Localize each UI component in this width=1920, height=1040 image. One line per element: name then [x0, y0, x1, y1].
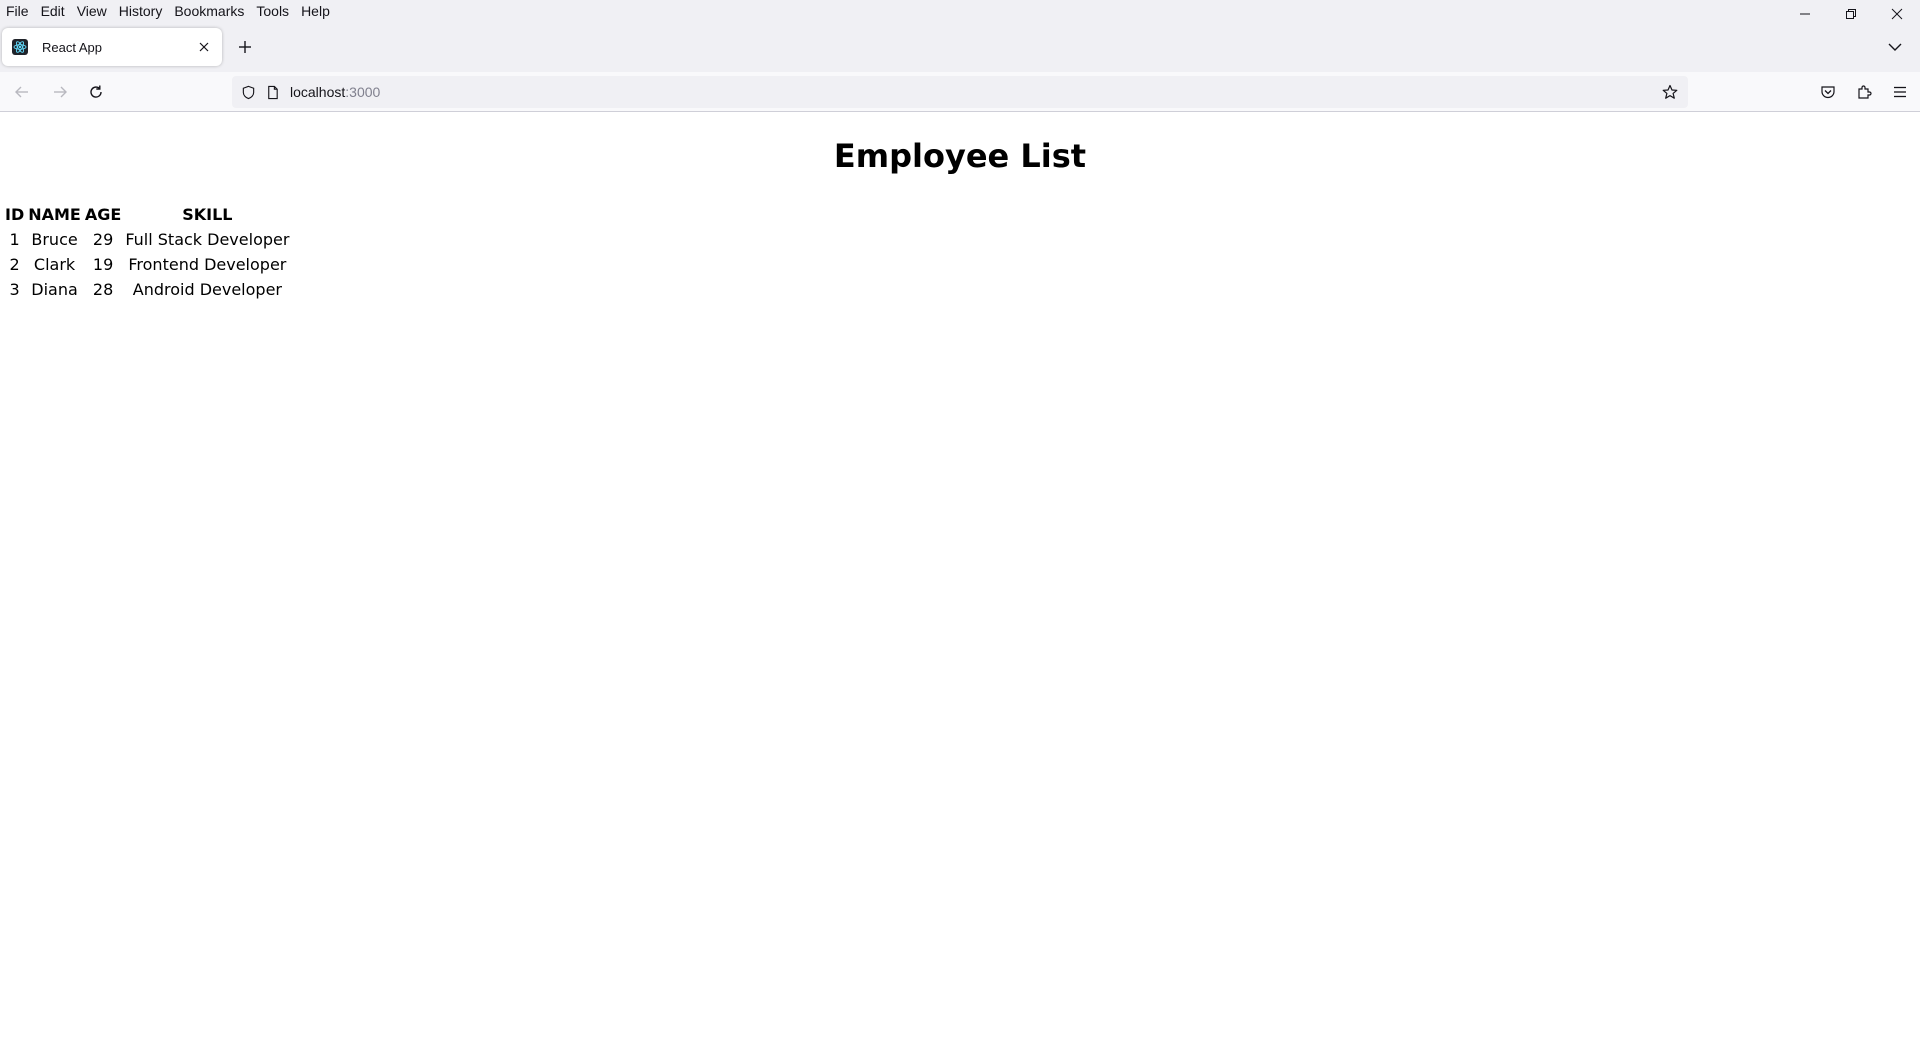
chevron-down-icon: [1888, 43, 1902, 51]
menu-view[interactable]: View: [71, 0, 113, 22]
cell-skill: Full Stack Developer: [125, 230, 290, 249]
url-host: localhost: [290, 84, 346, 100]
tab-close-button[interactable]: [192, 35, 216, 59]
menu-file[interactable]: File: [0, 0, 35, 22]
tab-bar: React App: [0, 22, 1920, 72]
employee-table: ID NAME AGE SKILL 1 Bruce 29 Full Stack …: [2, 201, 292, 303]
column-header-skill: SKILL: [182, 205, 233, 224]
hamburger-icon: [1894, 86, 1906, 98]
menu-bookmarks[interactable]: Bookmarks: [168, 0, 250, 22]
cell-name: Diana: [31, 280, 78, 299]
address-bar[interactable]: localhost:3000: [232, 76, 1688, 108]
menu-history[interactable]: History: [113, 0, 169, 22]
puzzle-icon: [1858, 85, 1872, 99]
table-row: 3 Diana 28 Android Developer: [4, 278, 290, 301]
extensions-button[interactable]: [1850, 78, 1878, 106]
menu-edit[interactable]: Edit: [35, 0, 71, 22]
navigation-toolbar: localhost:3000: [0, 72, 1920, 112]
minimize-icon: [1800, 13, 1810, 15]
menu-help[interactable]: Help: [295, 0, 336, 22]
pocket-button[interactable]: [1814, 78, 1842, 106]
cell-name: Clark: [33, 255, 76, 274]
cell-skill: Frontend Developer: [128, 255, 287, 274]
app-menu-button[interactable]: [1886, 78, 1914, 106]
table-row: 1 Bruce 29 Full Stack Developer: [4, 228, 290, 251]
table-row: 2 Clark 19 Frontend Developer: [4, 253, 290, 276]
cell-id: 3: [9, 280, 20, 299]
cell-age: 28: [92, 280, 114, 299]
page-title: Employee List: [833, 137, 1087, 175]
cell-id: 2: [9, 255, 20, 274]
bookmark-star-button[interactable]: [1658, 80, 1682, 104]
shield-icon[interactable]: [240, 84, 256, 100]
reload-button[interactable]: [82, 78, 110, 106]
table-header-row: ID NAME AGE SKILL: [4, 203, 290, 226]
cell-skill: Android Developer: [132, 280, 282, 299]
toolbar-right: [1814, 78, 1914, 106]
menu-bar: File Edit View History Bookmarks Tools H…: [0, 0, 1920, 22]
new-tab-button[interactable]: [232, 34, 258, 60]
reload-icon: [90, 85, 102, 98]
cell-age: 29: [92, 230, 114, 249]
star-icon: [1662, 84, 1678, 99]
column-header-age: AGE: [84, 205, 122, 224]
arrow-right-icon: [54, 86, 67, 98]
cell-id: 1: [9, 230, 20, 249]
react-icon: [12, 39, 28, 55]
plus-icon: [239, 41, 251, 53]
back-button[interactable]: [8, 78, 36, 106]
tab-react-app[interactable]: React App: [2, 28, 222, 66]
arrow-left-icon: [15, 86, 28, 98]
column-header-id: ID: [5, 205, 25, 224]
close-icon: [1891, 8, 1903, 20]
url-port: :3000: [345, 84, 381, 100]
cell-name: Bruce: [31, 230, 78, 249]
restore-icon: [1846, 9, 1856, 19]
tab-title: React App: [42, 39, 102, 55]
cell-age: 19: [92, 255, 114, 274]
close-icon: [199, 42, 209, 52]
url-text[interactable]: localhost:3000: [290, 84, 380, 100]
column-header-name: NAME: [28, 205, 81, 224]
menu-tools[interactable]: Tools: [250, 0, 295, 22]
pocket-icon: [1821, 86, 1835, 99]
forward-button[interactable]: [46, 78, 74, 106]
page-icon[interactable]: [264, 84, 280, 100]
list-all-tabs-button[interactable]: [1882, 34, 1908, 60]
page-content: Employee List ID NAME AGE SKILL 1 Bruce …: [0, 113, 1920, 1040]
